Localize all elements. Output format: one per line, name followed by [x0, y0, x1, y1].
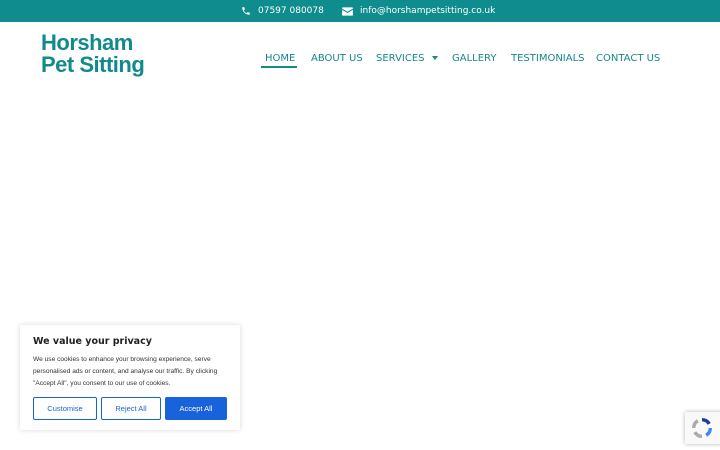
- cookie-consent-banner: We value your privacy We use cookies to …: [20, 325, 240, 430]
- phone-link[interactable]: 07597 080078: [241, 0, 324, 22]
- cookie-description: We use cookies to enhance your browsing …: [33, 356, 218, 387]
- recaptcha-badge[interactable]: [685, 412, 720, 444]
- top-contact-bar: 07597 080078 info@horshampetsitting.co.u…: [0, 0, 720, 22]
- email-address: info@horshampetsitting.co.uk: [360, 6, 496, 16]
- email-link[interactable]: info@horshampetsitting.co.uk: [342, 0, 495, 22]
- customise-button[interactable]: Customise: [33, 397, 97, 420]
- phone-number: 07597 080078: [258, 6, 324, 16]
- envelope-icon: [342, 6, 353, 16]
- phone-icon: [242, 7, 250, 15]
- active-nav-indicator: [261, 66, 297, 68]
- reject-all-button[interactable]: Reject All: [101, 397, 161, 420]
- site-header: Horsham Pet Sitting HOME ABOUT US SERVIC…: [0, 22, 720, 92]
- cookie-title: We value your privacy: [33, 336, 152, 347]
- accept-all-button[interactable]: Accept All: [165, 397, 227, 420]
- recaptcha-icon: [691, 417, 713, 439]
